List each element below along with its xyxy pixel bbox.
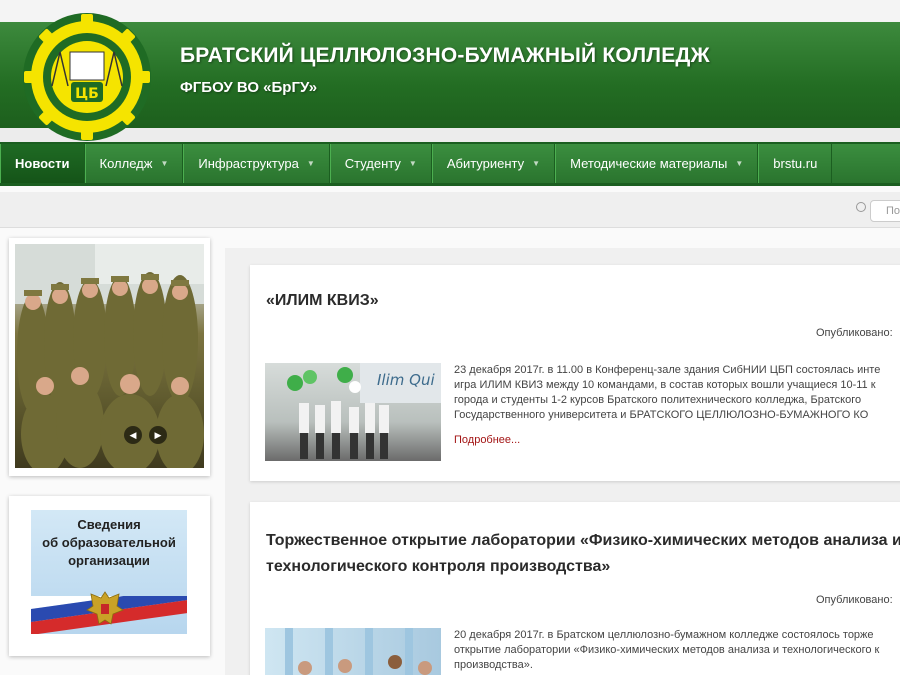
article-text: 23 декабря 2017г. в 11.00 в Конференц-за…	[454, 364, 881, 421]
nav-label: Методические материалы	[570, 156, 728, 171]
site-title: БРАТСКИЙ ЦЕЛЛЮЛОЗНО-БУМАЖНЫЙ КОЛЛЕДЖ	[180, 44, 710, 67]
article-text: 20 декабря 2017г. в Братском целлюлозно-…	[454, 629, 880, 671]
chevron-down-icon: ▼	[735, 159, 744, 168]
article-thumbnail[interactable]: Ilim Qui	[265, 363, 441, 461]
nav-filler	[832, 144, 900, 183]
nav-label: Студенту	[344, 156, 401, 171]
banner-text: Сведения об образовательной организации	[42, 517, 176, 568]
search-bar: По	[0, 192, 900, 228]
slider-next-icon[interactable]: ▶	[149, 426, 167, 444]
nav-label: brstu.ru	[773, 156, 818, 171]
nav-item-news[interactable]: Новости	[0, 144, 85, 183]
nav-label: Новости	[15, 156, 70, 171]
search-input[interactable]: По	[870, 200, 900, 222]
chevron-down-icon: ▼	[306, 159, 315, 168]
nav-label: Колледж	[99, 156, 153, 171]
published-label: Опубликовано:	[816, 327, 893, 339]
nav-label: Инфраструктура	[198, 156, 299, 171]
banner-image: Сведения об образовательной организации	[31, 510, 187, 634]
nav-item-student[interactable]: Студенту ▼	[329, 144, 432, 183]
nav-item-methodical[interactable]: Методические материалы ▼	[555, 144, 759, 183]
nav-item-infrastructure[interactable]: Инфраструктура ▼	[183, 144, 330, 183]
slider-prev-icon[interactable]: ◀	[124, 426, 142, 444]
article-card: «ИЛИМ КВИЗ» Опубликовано: Ilim Qui 23 де…	[250, 265, 900, 481]
site-subtitle: ФГБОУ ВО «БрГУ»	[180, 79, 318, 96]
main-nav: Новости Колледж ▼ Инфраструктура ▼ Студент…	[0, 142, 900, 186]
article-title[interactable]: Торжественное открытие лаборатории «Физи…	[266, 528, 900, 580]
thumb-text: Ilim Qui	[377, 371, 435, 389]
nav-item-brstu[interactable]: brstu.ru	[758, 144, 833, 183]
photo-slider: ◀ ▶	[9, 238, 210, 476]
chevron-down-icon: ▼	[160, 159, 169, 168]
search-icon[interactable]	[856, 202, 866, 212]
education-info-banner[interactable]: Сведения об образовательной организации	[9, 496, 210, 656]
article-title[interactable]: «ИЛИМ КВИЗ»	[266, 288, 379, 314]
read-more-link[interactable]: Подробнее...	[454, 434, 520, 446]
chevron-down-icon: ▼	[408, 159, 417, 168]
article-thumbnail[interactable]	[265, 628, 441, 675]
article-card: Торжественное открытие лаборатории «Физи…	[250, 502, 900, 675]
nav-item-applicant[interactable]: Абитуриенту ▼	[431, 144, 556, 183]
nav-item-college[interactable]: Колледж ▼	[84, 144, 184, 183]
slider-image[interactable]: ◀ ▶	[15, 244, 204, 468]
nav-label: Абитуриенту	[446, 156, 525, 171]
college-logo[interactable]: ЦБ	[22, 12, 152, 142]
logo-center-text: ЦБ	[75, 86, 99, 102]
coat-of-arms-icon	[86, 591, 124, 625]
chevron-down-icon: ▼	[532, 159, 541, 168]
published-label: Опубликовано:	[816, 594, 893, 606]
